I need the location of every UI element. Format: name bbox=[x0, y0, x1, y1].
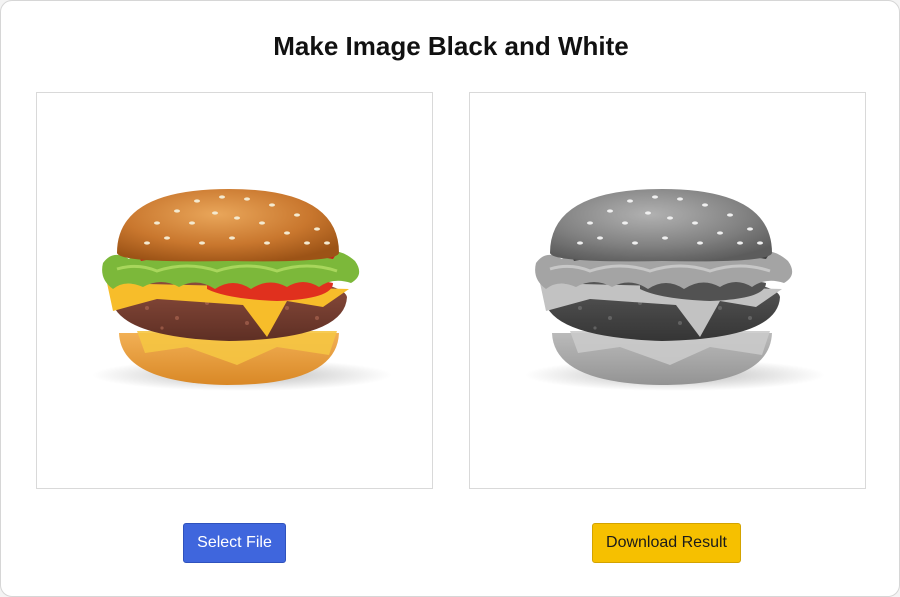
download-result-button[interactable]: Download Result bbox=[592, 523, 741, 563]
grayscale-burger-image bbox=[525, 189, 825, 391]
converter-card: Make Image Black and White Select File D… bbox=[0, 0, 900, 597]
original-burger-image bbox=[92, 189, 392, 391]
page-title: Make Image Black and White bbox=[273, 31, 629, 61]
select-file-button[interactable]: Select File bbox=[183, 523, 286, 563]
original-image-panel bbox=[36, 92, 433, 489]
result-image-panel bbox=[469, 92, 866, 489]
